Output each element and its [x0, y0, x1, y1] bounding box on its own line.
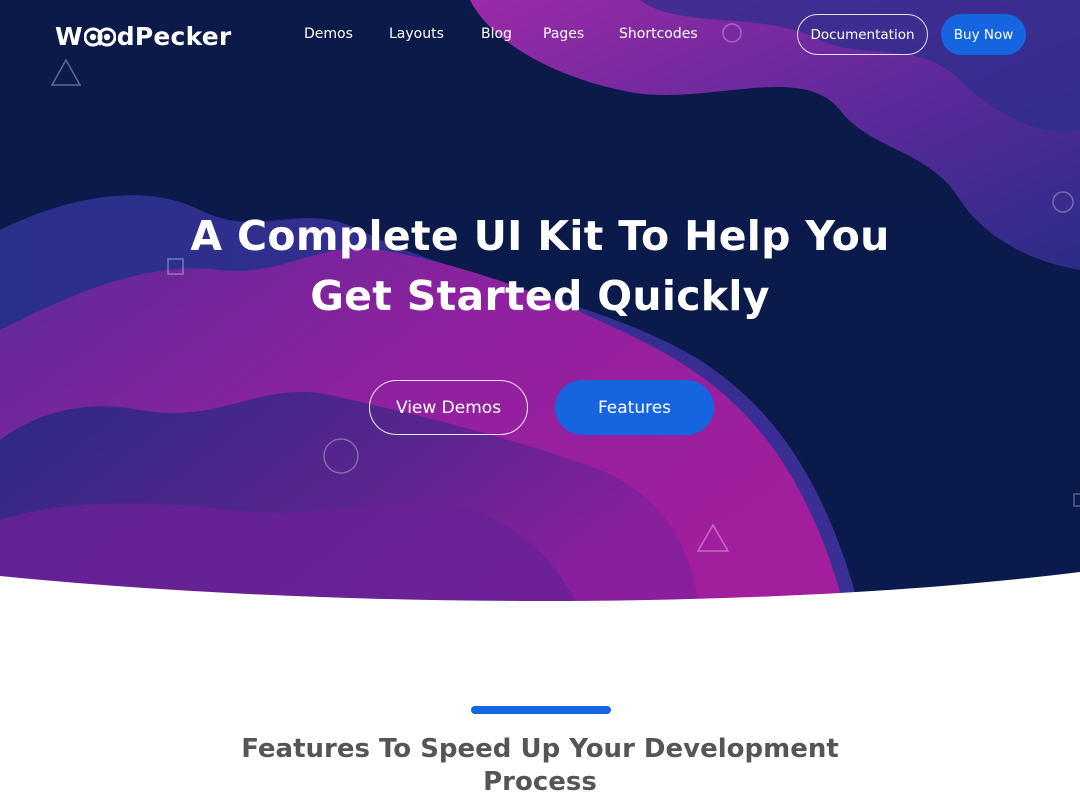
buy-now-button[interactable]: Buy Now [941, 14, 1026, 55]
nav-item-pages[interactable]: Pages [543, 26, 584, 42]
logo[interactable]: W dPecker [55, 19, 231, 53]
nav-item-blog[interactable]: Blog [481, 26, 512, 42]
logo-text-start: W [55, 21, 83, 51]
nav-item-layouts[interactable]: Layouts [389, 26, 444, 42]
hero-headline-line-1: A Complete UI Kit To Help You [190, 212, 890, 260]
logo-text-end: dPecker [116, 21, 232, 51]
owl-eyes-icon [83, 27, 116, 47]
hero-headline: A Complete UI Kit To Help You Get Starte… [140, 206, 940, 326]
nav-item-shortcodes[interactable]: Shortcodes [619, 26, 698, 42]
features-section-title: Features To Speed Up Your Development Pr… [241, 734, 839, 797]
documentation-button[interactable]: Documentation [797, 14, 928, 55]
view-demos-button[interactable]: View Demos [369, 380, 528, 435]
section-accent-bar [471, 706, 611, 714]
nav-item-demos[interactable]: Demos [304, 26, 353, 42]
features-button[interactable]: Features [555, 380, 714, 435]
hero-headline-line-2: Get Started Quickly [310, 272, 770, 320]
